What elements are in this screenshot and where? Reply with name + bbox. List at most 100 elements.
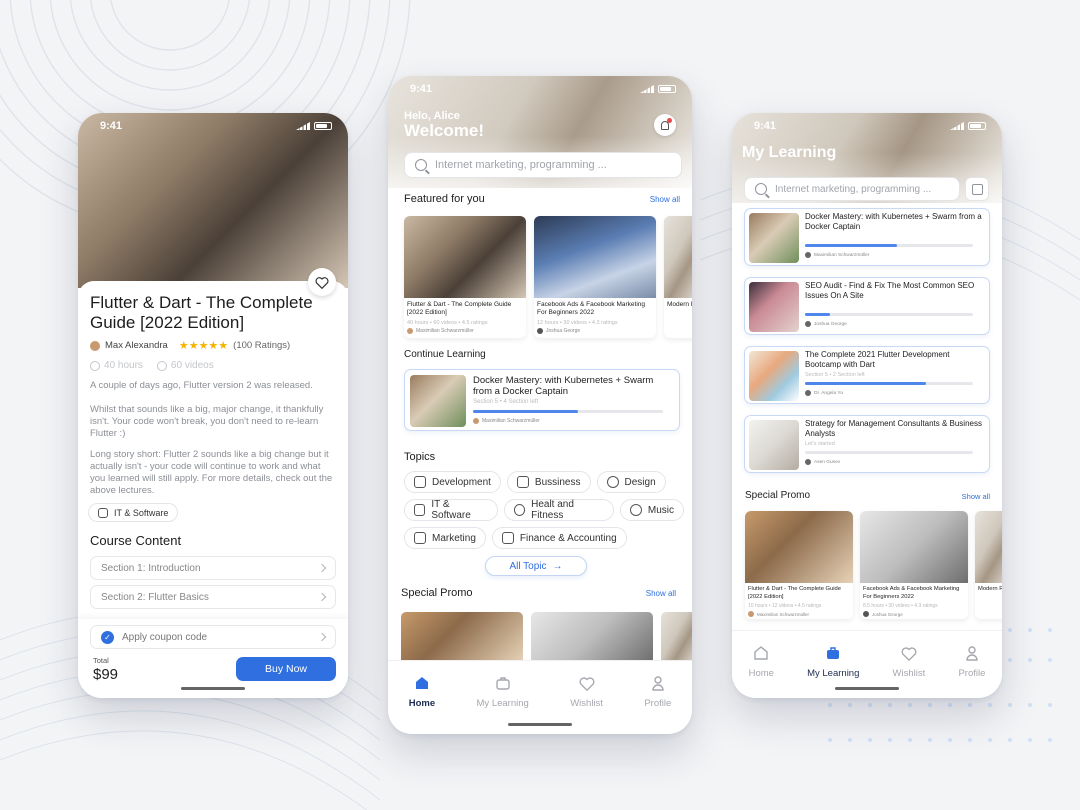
search-bar[interactable]: Internet marketing, programming ... [404,152,682,178]
course-hero-image [78,113,348,288]
featured-card-1[interactable]: Flutter & Dart - The Complete Guide [202… [404,216,526,338]
chart-icon [414,532,426,544]
topic-chip-finance[interactable]: Finance & Accounting [491,527,627,549]
description-p3: Long story short: Flutter 2 sounds like … [90,449,333,496]
clock-icon [90,360,100,371]
checkout-panel: ✓ Apply coupon code Total $99 Buy Now [78,619,348,698]
topic-chip-development[interactable]: Development [404,471,501,493]
my-course-card[interactable]: SEO Audit - Find & Fix The Most Common S… [744,277,990,335]
course-thumbnail [749,420,799,470]
section-row-1[interactable]: Section 1: Introduction [90,556,336,580]
topic-chip-health-fitness[interactable]: Healt and Fitness [503,499,614,521]
progress-fill [805,244,898,247]
wishlist-heart-button[interactable] [308,268,336,296]
promo-card-1[interactable] [401,612,523,662]
promo-card-3[interactable] [661,612,692,662]
course-thumbnail [749,213,799,263]
status-icons [296,122,332,130]
search-placeholder: Internet marketing, programming ... [775,183,932,195]
nav-home[interactable]: Home [749,645,774,679]
my-course-card[interactable]: The Complete 2021 Flutter Development Bo… [744,346,990,404]
buy-now-button[interactable]: Buy Now [236,657,336,681]
heart-icon [315,276,329,289]
nav-profile[interactable]: Profile [644,675,671,709]
notification-button[interactable] [654,114,676,136]
course-title: Strategy for Management Consultants & Bu… [805,419,982,438]
all-topic-button[interactable]: All Topic → [485,556,587,576]
card-author: Maximilian Schwarzmüller [745,609,853,619]
nav-home[interactable]: Home [409,675,435,709]
promo-card-2[interactable]: Facebook Ads & Facebook Marketing For Be… [860,511,968,619]
continue-learning-title: Continue Learning [404,349,486,360]
course-thumbnail [749,351,799,401]
course-thumbnail [534,216,656,298]
course-thumbnail [749,282,799,332]
featured-card-2[interactable]: Facebook Ads & Facebook Marketing For Be… [534,216,656,338]
topic-chip-design[interactable]: Design [596,471,666,493]
chevron-right-icon [317,632,327,642]
course-author: Maximilian Schwarzmüller [805,252,869,258]
my-course-card[interactable]: Strategy for Management Consultants & Bu… [744,415,990,473]
coupon-row[interactable]: ✓ Apply coupon code [90,625,336,649]
description-p1: A couple of days ago, Flutter version 2 … [90,380,313,391]
monitor-icon [98,507,108,518]
special-promo-show-all-link[interactable]: Show all [962,492,990,501]
promo-card-1[interactable]: Flutter & Dart - The Complete Guide [202… [745,511,853,619]
course-thumbnail [664,216,692,298]
author-name[interactable]: Max Alexandra [105,340,168,351]
course-thumbnail [745,511,853,583]
course-title: SEO Audit - Find & Fix The Most Common S… [805,281,975,300]
my-course-card[interactable]: Docker Mastery: with Kubernetes + Swarm … [744,208,990,266]
nav-profile[interactable]: Profile [958,645,985,679]
promo-card-3[interactable]: Modern R [975,511,1002,619]
topic-chip-music[interactable]: Music [619,499,684,521]
home-indicator [835,687,899,690]
course-progress-bar [805,451,973,454]
category-chip[interactable]: IT & Software [88,503,179,522]
nav-wishlist[interactable]: Wishlist [893,645,925,679]
nav-my-learning[interactable]: My Learning [477,675,529,709]
author-row: Max Alexandra ★★★★★ (100 Ratings) [90,339,290,352]
featured-title: Featured for you [404,193,485,205]
card-title: Flutter & Dart - The Complete Guide [202… [407,301,512,317]
nav-wishlist[interactable]: Wishlist [570,675,603,709]
music-icon [629,504,642,516]
special-promo-show-all-link[interactable]: Show all [646,589,676,598]
section-row-2[interactable]: Section 2: Flutter Basics [90,585,336,609]
course-thumbnail [860,511,968,583]
card-title: Flutter & Dart - The Complete Guide [202… [748,586,842,600]
course-progress-bar [805,382,973,385]
featured-show-all-link[interactable]: Show all [650,195,680,204]
card-title: Modern R [978,586,1002,592]
continue-learning-card[interactable]: Docker Mastery: with Kubernetes + Swarm … [404,369,680,431]
status-icons [950,122,986,130]
course-title: Flutter & Dart - The Complete Guide [202… [90,293,313,332]
topic-chip-it-software[interactable]: IT & Software [404,499,498,521]
featured-card-3[interactable]: Modern R [664,216,692,338]
search-bar[interactable]: Internet marketing, programming ... [744,177,960,201]
card-meta: 10 hours • 12 videos • 4.5 ratings [748,603,822,610]
course-title: The Complete 2021 Flutter Development Bo… [805,350,950,369]
course-author: Maximilian Schwarzmüller [473,418,540,424]
chevron-right-icon [317,592,327,602]
hours-stat: 40 hours [90,360,143,371]
briefcase-icon [516,476,529,488]
promo-card-2[interactable] [531,612,653,662]
status-time: 9:41 [754,120,777,132]
card-title: Facebook Ads & Facebook Marketing For Be… [537,301,646,317]
user-icon [650,675,666,691]
status-bar: 9:41 [732,113,1002,139]
card-title: Modern R [667,301,692,308]
course-section-meta: Let's started [805,441,835,447]
phone-my-learning: 9:41 My Learning Internet marketing, pro… [732,113,1002,698]
course-author: Asen Gusev [805,459,840,465]
bell-icon [661,117,672,130]
nav-my-learning[interactable]: My Learning [807,645,859,679]
phone-home: 9:41 Helo, Alice Welcome! Internet marke… [388,76,692,734]
filter-button[interactable] [965,177,989,201]
topic-chip-business[interactable]: Bussiness [506,471,591,493]
course-author: Dr. Angela Yu [805,390,843,396]
topic-chip-marketing[interactable]: Marketing [404,527,486,549]
monitor-icon [414,504,426,516]
course-author: Joshua George [805,321,847,327]
